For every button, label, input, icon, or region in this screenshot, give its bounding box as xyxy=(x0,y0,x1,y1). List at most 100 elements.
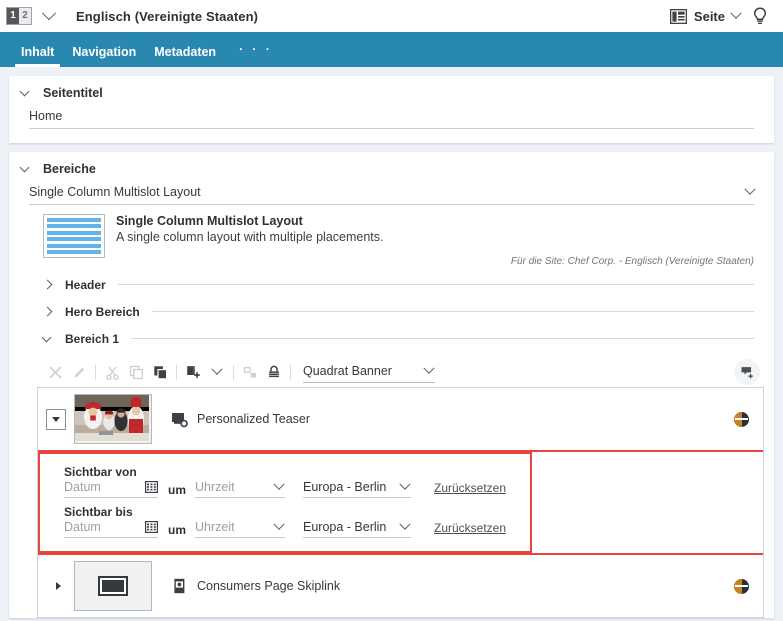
section-label-header: Header xyxy=(65,278,106,292)
lightbulb-icon[interactable] xyxy=(749,5,771,27)
lock-icon[interactable] xyxy=(262,360,286,384)
section-hero-bereich[interactable]: Hero Bereich xyxy=(9,298,774,325)
tab-inhalt[interactable]: Inhalt xyxy=(12,45,63,67)
validity-to-time-placeholder: Uhrzeit xyxy=(195,520,235,534)
areas-panel-header: Bereiche xyxy=(9,152,774,180)
row-expand-toggle-personalized-teaser[interactable] xyxy=(46,409,66,430)
collapse-box-icon[interactable] xyxy=(46,409,66,430)
page-title-field-row xyxy=(9,104,774,143)
chevron-down-icon xyxy=(273,519,284,530)
divider xyxy=(131,338,754,339)
version-dropdown-button[interactable] xyxy=(44,8,58,24)
toolbar-separator xyxy=(176,365,177,380)
validity-to-timezone-value: Europa - Berlin xyxy=(303,520,386,534)
version-2[interactable]: 2 xyxy=(19,8,31,24)
validity-to-fields: Datum xyxy=(64,520,530,538)
validity-from-timezone-value: Europa - Berlin xyxy=(303,480,386,494)
personalized-teaser-icon xyxy=(170,410,188,428)
no-preview-icon xyxy=(98,576,128,596)
page-title-panel-header: Seitentitel xyxy=(9,76,774,104)
add-comment-button[interactable] xyxy=(734,359,760,385)
table-row[interactable]: Consumers Page Skiplink xyxy=(38,553,763,617)
cut-icon[interactable] xyxy=(100,360,124,384)
component-type-select[interactable]: Quadrat Banner xyxy=(303,362,435,383)
validity-to-time-select[interactable]: Uhrzeit xyxy=(195,520,285,538)
layout-select-row: Single Column Multislot Layout xyxy=(9,180,774,205)
delete-icon[interactable] xyxy=(43,360,67,384)
validity-to-date-field[interactable]: Datum xyxy=(64,520,158,538)
divider xyxy=(118,284,754,285)
content-items-list: Personalized Teaser Sichtbar von Datum xyxy=(37,387,764,618)
chevron-down-icon xyxy=(399,519,410,530)
collapse-toggle-bereiche[interactable] xyxy=(21,167,35,171)
section-header[interactable]: Header xyxy=(9,271,774,298)
chevron-down-icon xyxy=(211,364,222,375)
calendar-icon[interactable] xyxy=(145,481,158,493)
item-label: Consumers Page Skiplink xyxy=(197,579,340,593)
expand-toggle-header[interactable] xyxy=(43,281,57,288)
view-mode-label: Seite xyxy=(694,9,725,24)
validity-to-timezone-select[interactable]: Europa - Berlin xyxy=(303,520,411,538)
layout-name: Single Column Multislot Layout xyxy=(116,214,754,228)
page-title-panel: Seitentitel xyxy=(9,76,774,143)
paste-icon[interactable] xyxy=(148,360,172,384)
collapse-toggle-seitentitel[interactable] xyxy=(21,91,35,95)
layout-preview-card: Single Column Multislot Layout A single … xyxy=(9,205,774,271)
view-mode-selector[interactable]: Seite xyxy=(670,9,740,24)
chevron-down-icon[interactable] xyxy=(730,8,741,19)
version-selector[interactable]: 1 2 xyxy=(6,7,32,25)
validity-from-timezone-select[interactable]: Europa - Berlin xyxy=(303,480,411,498)
add-comment-icon xyxy=(740,365,755,380)
section-label-bereich-1: Bereich 1 xyxy=(65,332,119,346)
item-thumbnail-placeholder[interactable] xyxy=(74,561,152,611)
globe-icon[interactable] xyxy=(734,412,749,427)
section-bereich-1[interactable]: Bereich 1 xyxy=(9,325,774,352)
layout-site-note: Für die Site: Chef Corp. - Englisch (Ver… xyxy=(116,256,754,267)
tab-more-button[interactable]: · · · xyxy=(225,42,282,67)
areas-panel-heading: Bereiche xyxy=(43,162,96,176)
item-label: Personalized Teaser xyxy=(197,412,310,426)
item-actions xyxy=(734,579,753,594)
add-content-icon[interactable] xyxy=(181,360,205,384)
add-content-dropdown-icon[interactable] xyxy=(205,360,229,384)
item-thumbnail-kitchen-chefs[interactable] xyxy=(74,394,152,444)
toolbar-separator xyxy=(233,365,234,380)
tab-metadaten[interactable]: Metadaten xyxy=(145,45,225,67)
page-title-panel-heading: Seitentitel xyxy=(43,86,103,100)
page-layout-icon xyxy=(670,9,687,24)
page-language-title: Englisch (Vereinigte Staaten) xyxy=(76,9,258,24)
table-row[interactable]: Personalized Teaser xyxy=(38,388,763,452)
validity-to-group: Sichtbar bis Datum xyxy=(64,505,530,538)
component-type-value: Quadrat Banner xyxy=(303,364,392,378)
page-title-input[interactable] xyxy=(29,106,754,129)
validity-to-label: Sichtbar bis xyxy=(64,505,530,519)
validity-from-time-select[interactable]: Uhrzeit xyxy=(195,480,285,498)
areas-panel: Bereiche Single Column Multislot Layout … xyxy=(9,152,774,618)
validity-to-reset-link[interactable]: Zurücksetzen xyxy=(434,521,506,538)
validity-panel: Sichtbar von Datum xyxy=(38,452,532,553)
version-1[interactable]: 1 xyxy=(7,8,19,24)
validity-from-time-placeholder: Uhrzeit xyxy=(195,480,235,494)
expand-triangle-icon xyxy=(56,582,61,590)
expand-toggle-hero-bereich[interactable] xyxy=(43,308,57,315)
row-expand-toggle-consumers-page-skiplink[interactable] xyxy=(46,582,66,590)
validity-from-reset-link[interactable]: Zurücksetzen xyxy=(434,481,506,498)
divider xyxy=(152,311,754,312)
chevron-down-icon xyxy=(423,362,434,373)
tab-navigation[interactable]: Navigation xyxy=(63,45,145,67)
validity-from-date-field[interactable]: Datum xyxy=(64,480,158,498)
globe-icon[interactable] xyxy=(734,579,749,594)
validity-from-date-placeholder: Datum xyxy=(64,480,101,494)
copy-icon[interactable] xyxy=(124,360,148,384)
top-bar: 1 2 Englisch (Vereinigte Staaten) Seite xyxy=(0,0,783,32)
collapse-toggle-bereich-1[interactable] xyxy=(43,337,57,341)
layout-thumbnail xyxy=(43,214,105,258)
edit-pencil-icon[interactable] xyxy=(67,360,91,384)
calendar-icon[interactable] xyxy=(145,521,158,533)
validity-from-group: Sichtbar von Datum xyxy=(64,465,530,498)
validity-to-date-placeholder: Datum xyxy=(64,520,101,534)
link-item-icon[interactable] xyxy=(238,360,262,384)
layout-select[interactable]: Single Column Multislot Layout xyxy=(29,182,754,205)
slot-toolbar: Quadrat Banner xyxy=(37,357,764,387)
chevron-down-icon xyxy=(744,184,755,195)
